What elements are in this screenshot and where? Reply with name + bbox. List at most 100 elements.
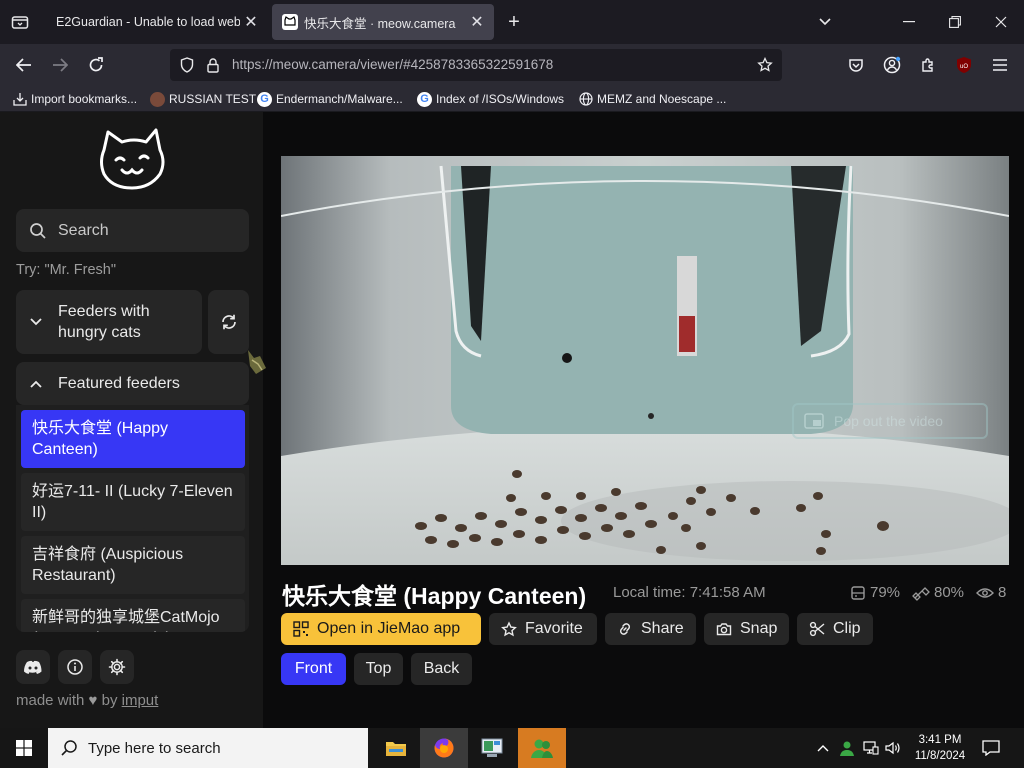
view-back-button[interactable]: Back <box>411 653 472 685</box>
tab-e2guardian[interactable]: E2Guardian - Unable to load website ✕ <box>42 4 268 40</box>
volume-icon[interactable] <box>884 738 902 758</box>
feeder-item[interactable]: 快乐大食堂 (Happy Canteen) <box>21 410 245 468</box>
cat-favicon-icon <box>282 14 298 30</box>
info-button[interactable] <box>58 650 92 684</box>
camera-video-player[interactable]: Pop out the video <box>281 156 1009 565</box>
extensions-puzzle-icon[interactable] <box>915 53 941 77</box>
bookmark-star-icon[interactable] <box>756 56 774 74</box>
hungry-cats-label: Feeders with hungry cats <box>58 303 150 341</box>
chevron-down-icon <box>28 318 44 326</box>
share-button[interactable]: Share <box>605 613 696 645</box>
control-panel-app[interactable] <box>468 728 516 768</box>
chevron-up-icon <box>28 380 44 388</box>
import-icon <box>12 92 27 107</box>
food-level-value: 79% <box>870 584 901 601</box>
meow-camera-page: Try: "Mr. Fresh" Feeders with hungry cat… <box>0 112 1024 728</box>
windows-logo-icon <box>16 740 32 756</box>
start-button[interactable] <box>0 728 48 768</box>
view-front-button[interactable]: Front <box>281 653 346 685</box>
list-all-tabs-icon[interactable] <box>812 10 838 34</box>
clock-time: 3:41 PM <box>918 734 962 746</box>
author-link[interactable]: imput <box>122 692 159 709</box>
tab-close-icon[interactable]: ✕ <box>466 11 488 33</box>
address-bar[interactable]: https://meow.camera/viewer/#425878336532… <box>170 49 782 81</box>
tracking-shield-icon[interactable] <box>178 56 196 74</box>
taskbar-clock[interactable]: 3:41 PM 11/8/2024 <box>910 732 970 764</box>
viewer-count-value: 8 <box>998 584 1007 601</box>
featured-feeders-toggle[interactable]: Featured feeders <box>16 362 249 405</box>
meow-camera-logo-icon <box>100 128 165 190</box>
tab-meow-camera[interactable]: 快乐大食堂 · meow.camera ✕ <box>272 4 494 40</box>
search-hint: Try: "Mr. Fresh" <box>16 262 116 278</box>
feeder-item[interactable]: 好运7-11- II (Lucky 7-Eleven II) <box>21 473 245 531</box>
reload-icon[interactable] <box>83 53 109 77</box>
feeder-item[interactable]: 新鲜哥的独享城堡CatMojo (Mr. Fresh's Castle) <box>21 599 245 632</box>
tab-list-icon[interactable] <box>6 10 34 34</box>
network-icon[interactable] <box>862 738 880 758</box>
taskbar-search-placeholder: Type here to search <box>88 739 221 757</box>
discord-button[interactable] <box>16 650 50 684</box>
browser-nav-bar: https://meow.camera/viewer/#425878336532… <box>0 44 1024 86</box>
feeder-item[interactable]: 吉祥食府 (Auspicious Restaurant) <box>21 536 245 594</box>
bookmarks-bar: Import bookmarks... RUSSIAN TEST G Ender… <box>0 86 1024 112</box>
tab-close-icon[interactable]: ✕ <box>240 11 262 33</box>
restore-icon[interactable] <box>942 10 968 34</box>
sidebar: Try: "Mr. Fresh" Feeders with hungry cat… <box>0 112 263 728</box>
info-icon <box>67 659 83 675</box>
bookmark-memz[interactable]: MEMZ and Noescape ... <box>578 90 726 108</box>
back-arrow-icon[interactable] <box>11 53 37 77</box>
pinned-app[interactable] <box>518 728 566 768</box>
view-top-button[interactable]: Top <box>354 653 403 685</box>
search-input[interactable] <box>58 221 238 240</box>
heart-icon: ♥ <box>88 692 98 709</box>
featured-feeders-label: Featured feeders <box>58 374 180 392</box>
open-in-jiemao-button[interactable]: Open in JieMao app <box>281 613 481 645</box>
menu-hamburger-icon[interactable] <box>987 53 1013 77</box>
bookmark-endermanch[interactable]: G Endermanch/Malware... <box>257 90 403 108</box>
clip-button[interactable]: Clip <box>797 613 873 645</box>
forward-arrow-icon[interactable] <box>47 53 73 77</box>
account-icon[interactable] <box>879 53 905 77</box>
eye-icon <box>976 587 994 599</box>
show-hidden-icons-icon[interactable] <box>814 738 832 758</box>
viewer-count-stat: 8 <box>976 584 1006 601</box>
favorite-button[interactable]: Favorite <box>489 613 597 645</box>
lock-icon[interactable] <box>204 56 222 74</box>
pop-out-label: Pop out the video <box>834 413 943 429</box>
url-text[interactable]: https://meow.camera/viewer/#425878336532… <box>232 57 553 72</box>
camera-title: 快乐大食堂 (Happy Canteen) <box>282 583 587 609</box>
bookmark-russian-test[interactable]: RUSSIAN TEST <box>150 90 256 108</box>
file-explorer-app[interactable] <box>372 728 420 768</box>
taskbar-search-box[interactable]: Type here to search <box>48 728 368 768</box>
bookmark-index-isos[interactable]: G Index of /ISOs/Windows <box>417 90 564 108</box>
ublock-origin-icon[interactable]: uO <box>951 53 977 77</box>
windows-taskbar: Type here to search 3:41 PM 11/8/2024 <box>0 728 1024 768</box>
food-bowl-icon <box>850 585 866 601</box>
snap-label: Snap <box>740 620 778 637</box>
feeder-search-box[interactable] <box>16 209 249 252</box>
cat-sticker-icon <box>248 350 266 374</box>
scissors-icon <box>809 621 825 637</box>
local-time: Local time: 7:41:58 AM <box>613 584 766 601</box>
by-text: by <box>101 692 118 709</box>
minimize-icon[interactable] <box>896 10 922 34</box>
bookmark-label: Import bookmarks... <box>31 92 138 106</box>
snap-button[interactable]: Snap <box>704 613 789 645</box>
hungry-cats-toggle[interactable]: Feeders with hungry cats <box>16 290 202 354</box>
star-icon <box>501 620 517 637</box>
notification-center-icon[interactable] <box>980 737 1002 759</box>
firefox-app[interactable] <box>420 728 468 768</box>
close-window-icon[interactable] <box>988 10 1014 34</box>
bookmark-label: Endermanch/Malware... <box>276 92 403 106</box>
pop-out-video-button[interactable]: Pop out the video <box>792 403 988 439</box>
user-tray-icon[interactable] <box>838 738 856 758</box>
pocket-icon[interactable] <box>843 53 869 77</box>
refresh-button[interactable] <box>208 290 249 354</box>
tab-title: E2Guardian - Unable to load website <box>56 15 240 29</box>
camera-feed-image <box>281 156 1009 565</box>
settings-button[interactable] <box>100 650 134 684</box>
new-tab-icon[interactable]: + <box>502 11 526 33</box>
share-label: Share <box>641 620 684 637</box>
featured-feeders-list: 快乐大食堂 (Happy Canteen) 好运7-11- II (Lucky … <box>16 405 249 632</box>
bookmark-import[interactable]: Import bookmarks... <box>12 90 137 108</box>
